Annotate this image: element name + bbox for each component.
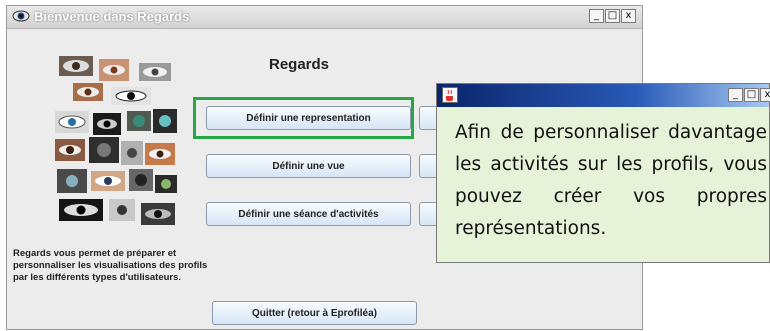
popup-message: Afin de personnaliser davantage les acti…	[455, 122, 767, 239]
define-session-button[interactable]: Définir une séance d'activités	[206, 202, 411, 226]
popup-title-bar[interactable]: _ □ x	[437, 84, 770, 107]
java-icon	[442, 87, 458, 103]
title-bar[interactable]: Bienvenue dans Regards _ □ x	[7, 6, 642, 29]
popup-maximize-button[interactable]: □	[744, 88, 759, 102]
popup-close-button[interactable]: x	[760, 88, 770, 102]
window-controls: _ □ x	[589, 9, 636, 23]
tooltip-window: _ □ x Afin de personnaliser davantage le…	[436, 83, 770, 263]
define-view-button[interactable]: Définir une vue	[206, 154, 411, 178]
java-cup-icon	[446, 89, 453, 101]
highlight-frame	[193, 97, 414, 139]
popup-controls: _ □ x	[728, 88, 770, 102]
app-description: Regards vous permet de préparer et perso…	[13, 248, 208, 283]
minimize-button[interactable]: _	[589, 9, 604, 23]
popup-minimize-button[interactable]: _	[728, 88, 743, 102]
eyes-collage-image	[49, 51, 179, 231]
eye-icon	[12, 10, 30, 22]
close-button[interactable]: x	[621, 9, 636, 23]
app-title: Regards	[269, 56, 330, 73]
window-title: Bienvenue dans Regards	[34, 9, 190, 24]
maximize-button[interactable]: □	[605, 9, 620, 23]
quit-button[interactable]: Quitter (retour à Eprofiléa)	[212, 301, 417, 325]
